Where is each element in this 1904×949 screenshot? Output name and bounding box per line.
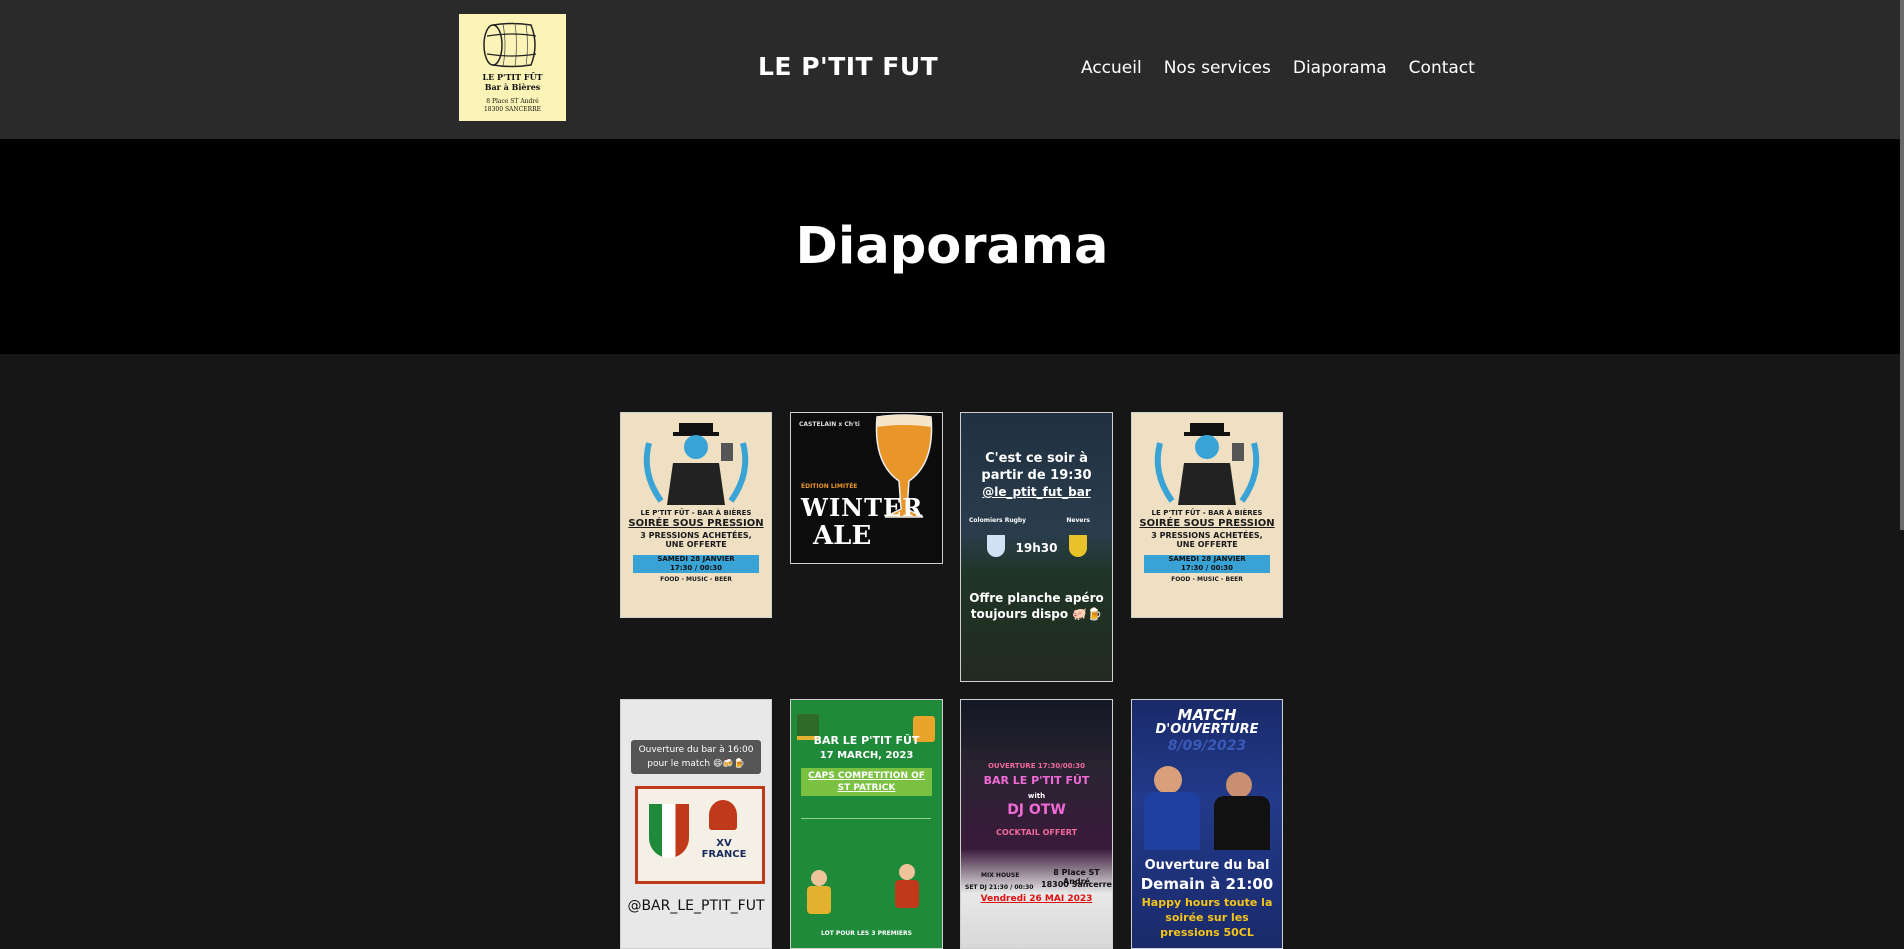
- dj-address2: 18300 Sancerre: [1041, 880, 1112, 889]
- gallery-image-dj-otw[interactable]: OUVERTURE 17:30/00:30 BAR LE P'TIT FÛT w…: [960, 699, 1113, 949]
- nav-accueil[interactable]: Accueil: [1081, 58, 1142, 78]
- patrick-title: CAPS COMPETITION OF ST PATRICK: [801, 768, 932, 796]
- gallery-image-soiree-sous-pression-1[interactable]: LE P'TIT FÛT - BAR À BIÈRES SOIRÉE SOUS …: [620, 412, 772, 618]
- site-logo[interactable]: LE P'TIT FÛT Bar à Bières 8 Place ST And…: [459, 14, 566, 121]
- rugby-team-home: Colomiers Rugby: [969, 517, 1027, 524]
- gallery-image-ouverture-match[interactable]: Ouverture du bar à 16:00 pour le match 😄…: [620, 699, 772, 949]
- site-header: LE P'TIT FÛT Bar à Bières 8 Place ST And…: [0, 0, 1904, 139]
- players-photo: [1140, 758, 1276, 850]
- brewer-illustration-icon: [1154, 423, 1260, 505]
- fir-crest-icon: [649, 804, 689, 858]
- rwc-line1: Ouverture du bal: [1144, 858, 1270, 873]
- rooster-icon: [709, 800, 737, 830]
- dj-cocktail: COCKTAIL OFFERT: [995, 828, 1078, 837]
- poster-tags: FOOD - MUSIC - BEER: [1171, 576, 1243, 583]
- rugby-line2: partir de 19:30: [981, 468, 1092, 483]
- poster-date: SAMEDI 28 JANVIER: [1168, 555, 1246, 563]
- match-team: XV FRANCE: [701, 838, 747, 860]
- rugby-handle: @le_ptit_fut_bar: [982, 485, 1091, 499]
- poster-time: 17:30 / 00:30: [670, 564, 722, 572]
- rugby-offer-line1: Offre planche apéro: [969, 591, 1104, 605]
- rwc-line2: Demain à 21:00: [1140, 875, 1274, 893]
- match-handle: @BAR_LE_PTIT_FUT: [627, 898, 765, 914]
- party-people-icon: [805, 860, 925, 920]
- patrick-line1: BAR LE P'TIT FÛT: [813, 734, 920, 747]
- patrick-line2: 17 MARCH, 2023: [819, 750, 914, 761]
- rugby-offer-line2: toujours dispo 🐖🍺: [970, 607, 1103, 621]
- scrollbar-thumb[interactable]: [1900, 0, 1904, 530]
- rwc-line4: soirée sur les: [1165, 911, 1249, 924]
- barrel-icon: [483, 22, 537, 68]
- rwc-date: 8/09/2023: [1167, 738, 1247, 754]
- dj-venue: BAR LE P'TIT FÛT: [983, 774, 1090, 787]
- rugby-line1: C'est ce soir à: [985, 451, 1088, 466]
- logo-name: LE P'TIT FÛT: [482, 72, 543, 82]
- logo-address-line2: 18300 SANCERRE: [483, 106, 542, 113]
- page-hero: Diaporama: [0, 139, 1904, 354]
- dj-name: DJ OTW: [1007, 802, 1066, 818]
- poster-offer: 3 PRESSIONS ACHETÉES, UNE OFFERTE: [1151, 531, 1263, 549]
- poster-date: SAMEDI 28 JANVIER: [657, 555, 735, 563]
- page-title: Diaporama: [795, 217, 1109, 276]
- dj-opening: OUVERTURE 17:30/00:30: [987, 762, 1086, 770]
- nav-diaporama[interactable]: Diaporama: [1293, 58, 1387, 78]
- rwc-line3: Happy hours toute la: [1141, 896, 1273, 909]
- winter-edition: ÉDITION LIMITÉE: [801, 483, 858, 490]
- dj-set: SET DJ 21:30 / 00:30: [965, 884, 1034, 891]
- rwc-line5: pressions 50CL: [1160, 926, 1254, 939]
- rwc-title2: D'OUVERTURE: [1155, 722, 1259, 737]
- gallery-image-soiree-sous-pression-2[interactable]: LE P'TIT FÛT - BAR À BIÈRES SOIRÉE SOUS …: [1131, 412, 1283, 618]
- dj-mix: MIX HOUSE: [981, 872, 1020, 879]
- poster-headline: SOIRÉE SOUS PRESSION: [1139, 518, 1275, 529]
- gallery-image-winter-ale[interactable]: CASTELAIN x Ch'ti ÉDITION LIMITÉE WINTER…: [790, 412, 943, 564]
- nav-contact[interactable]: Contact: [1409, 58, 1475, 78]
- poster-brand: LE P'TIT FÛT - BAR À BIÈRES: [1151, 509, 1263, 517]
- site-title[interactable]: LE P'TIT FUT: [758, 52, 938, 81]
- gallery-image-match-ouverture[interactable]: MATCH D'OUVERTURE 8/09/2023 Ouverture du…: [1131, 699, 1283, 949]
- gallery-image-st-patrick[interactable]: BAR LE P'TIT FÛT 17 MARCH, 2023 CAPS COM…: [790, 699, 943, 949]
- brewer-illustration-icon: [643, 423, 749, 505]
- main-nav: Accueil Nos services Diaporama Contact: [1081, 58, 1497, 78]
- nav-nos-services[interactable]: Nos services: [1164, 58, 1271, 78]
- match-caption: Ouverture du bar à 16:00 pour le match 😄…: [631, 740, 761, 774]
- rugby-team-away: Nevers: [1066, 517, 1090, 524]
- gallery-image-rugby-ce-soir[interactable]: C'est ce soir à partir de 19:30 @le_ptit…: [960, 412, 1113, 682]
- poster-time: 17:30 / 00:30: [1181, 564, 1233, 572]
- rugby-kickoff: 19h30: [1015, 541, 1058, 555]
- logo-tagline: Bar à Bières: [484, 82, 541, 92]
- poster-offer: 3 PRESSIONS ACHETÉES, UNE OFFERTE: [640, 531, 752, 549]
- patrick-footer: LOT POUR LES 3 PREMIERS: [821, 930, 912, 937]
- winter-name-line1: WINTER: [801, 493, 924, 522]
- dj-date: Vendredi 26 MAI 2023: [980, 894, 1093, 904]
- winter-brand: CASTELAIN x Ch'ti: [799, 421, 860, 428]
- poster-tags: FOOD - MUSIC - BEER: [660, 576, 732, 583]
- poster-brand: LE P'TIT FÛT - BAR À BIÈRES: [640, 509, 752, 517]
- dj-with: with: [1027, 792, 1046, 800]
- winter-name-line2: ALE: [813, 521, 872, 551]
- logo-address-line1: 8 Place ST André: [486, 98, 539, 105]
- poster-headline: SOIRÉE SOUS PRESSION: [628, 518, 764, 529]
